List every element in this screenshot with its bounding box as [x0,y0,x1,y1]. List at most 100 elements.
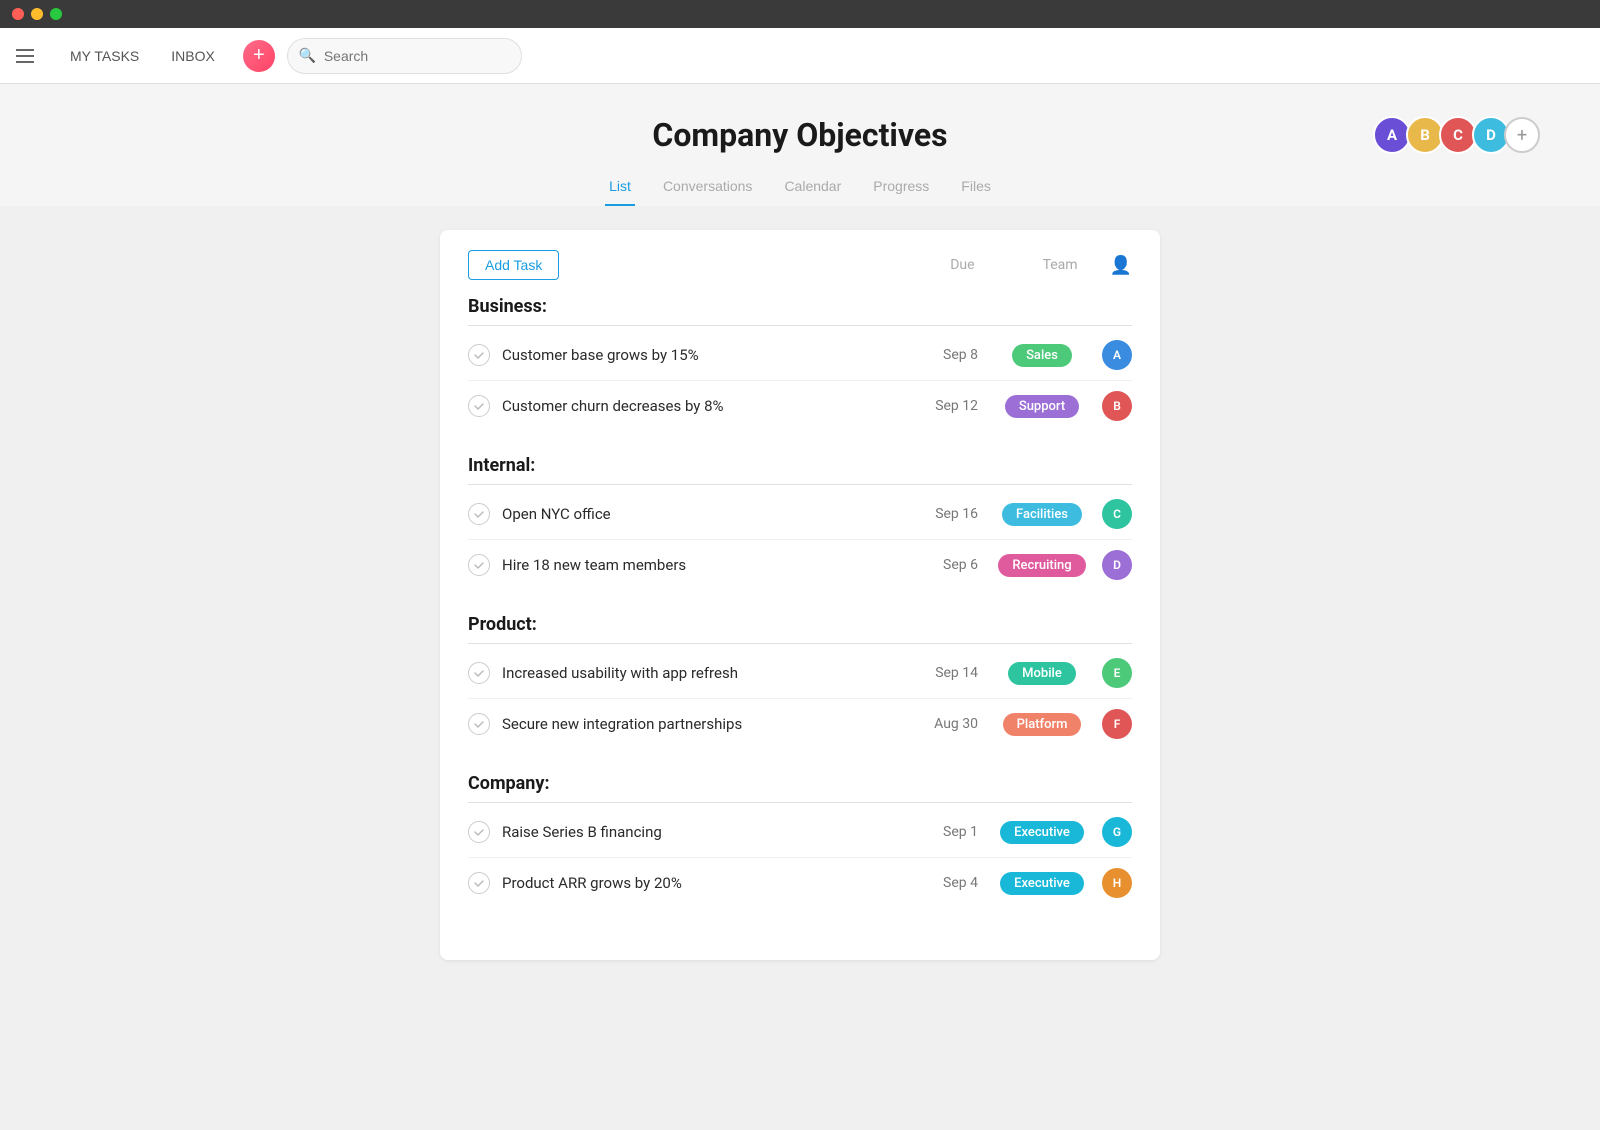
avatar-label: B [1113,399,1121,413]
task-due-date: Sep 4 [918,875,978,891]
task-checkbox[interactable] [468,662,490,684]
team-badge-label: Platform [1003,713,1082,736]
my-tasks-link[interactable]: MY TASKS [54,48,155,64]
task-due-date: Sep 8 [918,347,978,363]
add-task-button[interactable]: Add Task [468,250,559,280]
task-team-badge[interactable]: Executive [994,872,1090,895]
table-row: Customer churn decreases by 8% Sep 12 Su… [468,381,1132,431]
tab-list[interactable]: List [605,170,635,206]
task-header-row: Add Task Due Team 👤 [468,250,1132,280]
task-name: Product ARR grows by 20% [502,874,918,892]
avatar-label: D [1113,558,1121,572]
task-team-badge[interactable]: Mobile [994,662,1090,685]
team-badge-label: Support [1005,395,1079,418]
task-name: Hire 18 new team members [502,556,918,574]
avatar-label: E [1114,666,1121,680]
task-due-date: Aug 30 [918,716,978,732]
task-assignee-avatar[interactable]: F [1102,709,1132,739]
task-assignee-avatar[interactable]: A [1102,340,1132,370]
page-header: Company Objectives A B C D + List Conver… [0,84,1600,206]
avatar-label: A [1113,348,1121,362]
task-name: Customer base grows by 15% [502,346,918,364]
task-name: Customer churn decreases by 8% [502,397,918,415]
task-assignee-avatar[interactable]: H [1102,868,1132,898]
section-title-2: Product: [468,614,1132,644]
section-0: Business: Customer base grows by 15% Sep… [468,296,1132,431]
task-checkbox[interactable] [468,503,490,525]
task-due-date: Sep 1 [918,824,978,840]
search-icon: 🔍 [299,48,316,64]
add-button[interactable]: + [243,40,275,72]
traffic-light-yellow[interactable] [31,8,43,20]
hamburger-icon[interactable] [16,49,34,63]
task-name: Increased usability with app refresh [502,664,918,682]
tab-files[interactable]: Files [957,170,995,206]
col-team-label: Team [1043,257,1078,273]
search-wrapper: 🔍 [287,38,787,74]
task-checkbox[interactable] [468,395,490,417]
traffic-light-green[interactable] [50,8,62,20]
section-title-0: Business: [468,296,1132,326]
section-2: Product: Increased usability with app re… [468,614,1132,749]
section-title-3: Company: [468,773,1132,803]
task-due-date: Sep 14 [918,665,978,681]
team-badge-label: Facilities [1002,503,1082,526]
task-name: Secure new integration partnerships [502,715,918,733]
task-team-badge[interactable]: Facilities [994,503,1090,526]
task-container: Add Task Due Team 👤 Business: Customer b… [440,230,1160,960]
table-row: Open NYC office Sep 16 Facilities C [468,489,1132,540]
section-title-1: Internal: [468,455,1132,485]
task-checkbox[interactable] [468,872,490,894]
tab-calendar[interactable]: Calendar [780,170,845,206]
team-badge-label: Recruiting [998,554,1085,577]
task-team-badge[interactable]: Recruiting [994,554,1090,577]
team-badge-label: Executive [1000,821,1084,844]
task-team-badge[interactable]: Platform [994,713,1090,736]
team-badge-label: Mobile [1008,662,1076,685]
search-input[interactable] [287,38,522,74]
table-row: Increased usability with app refresh Sep… [468,648,1132,699]
traffic-light-red[interactable] [12,8,24,20]
add-member-button[interactable]: + [1504,117,1540,153]
member-avatars: A B C D + [1373,116,1540,154]
table-row: Product ARR grows by 20% Sep 4 Executive… [468,858,1132,908]
tabs: List Conversations Calendar Progress Fil… [0,170,1600,206]
avatar-group: A B C D [1373,116,1510,154]
sections-container: Business: Customer base grows by 15% Sep… [468,296,1132,908]
section-3: Company: Raise Series B financing Sep 1 … [468,773,1132,908]
table-row: Hire 18 new team members Sep 6 Recruitin… [468,540,1132,590]
task-assignee-avatar[interactable]: D [1102,550,1132,580]
task-assignee-avatar[interactable]: C [1102,499,1132,529]
column-headers: Due Team 👤 [950,255,1132,276]
task-assignee-avatar[interactable]: B [1102,391,1132,421]
tab-progress[interactable]: Progress [869,170,933,206]
inbox-link[interactable]: INBOX [155,48,231,64]
section-1: Internal: Open NYC office Sep 16 Facilit… [468,455,1132,590]
task-due-date: Sep 12 [918,398,978,414]
page-title: Company Objectives [0,116,1600,154]
task-team-badge[interactable]: Support [994,395,1090,418]
table-row: Secure new integration partnerships Aug … [468,699,1132,749]
nav-links: MY TASKS INBOX [54,48,231,64]
task-checkbox[interactable] [468,821,490,843]
task-name: Raise Series B financing [502,823,918,841]
tab-conversations[interactable]: Conversations [659,170,757,206]
avatar-label: G [1113,825,1121,839]
col-due-label: Due [950,257,974,273]
team-badge-label: Sales [1012,344,1072,367]
task-due-date: Sep 6 [918,557,978,573]
col-assignee-icon: 👤 [1110,255,1132,276]
top-nav: MY TASKS INBOX + 🔍 [0,28,1600,84]
task-checkbox[interactable] [468,713,490,735]
task-checkbox[interactable] [468,554,490,576]
task-assignee-avatar[interactable]: E [1102,658,1132,688]
table-row: Customer base grows by 15% Sep 8 Sales A [468,330,1132,381]
task-team-badge[interactable]: Sales [994,344,1090,367]
task-assignee-avatar[interactable]: G [1102,817,1132,847]
avatar-label: C [1113,507,1121,521]
task-due-date: Sep 16 [918,506,978,522]
avatar-label: F [1114,717,1121,731]
task-checkbox[interactable] [468,344,490,366]
main-content: Add Task Due Team 👤 Business: Customer b… [0,206,1600,1130]
task-team-badge[interactable]: Executive [994,821,1090,844]
